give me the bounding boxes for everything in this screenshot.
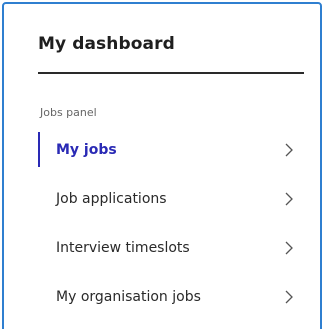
panel-title: My dashboard (38, 34, 175, 54)
title-divider (38, 72, 304, 74)
nav-item-job-applications[interactable]: Job applications (38, 174, 304, 223)
nav-item-label: My jobs (56, 141, 117, 158)
nav-item-my-jobs[interactable]: My jobs (38, 125, 304, 174)
nav-item-label: My organisation jobs (56, 288, 201, 305)
nav-item-label: Interview timeslots (56, 239, 190, 256)
chevron-right-icon (284, 290, 294, 304)
section-label: Jobs panel (40, 106, 97, 119)
jobs-nav-list: My jobs Job applications Interview times… (38, 125, 304, 321)
nav-item-interview-timeslots[interactable]: Interview timeslots (38, 223, 304, 272)
dashboard-panel: My dashboard Jobs panel My jobs Job appl… (2, 2, 322, 329)
chevron-right-icon (284, 192, 294, 206)
nav-item-my-organisation-jobs[interactable]: My organisation jobs (38, 272, 304, 321)
chevron-right-icon (284, 143, 294, 157)
chevron-right-icon (284, 241, 294, 255)
nav-item-label: Job applications (56, 190, 167, 207)
